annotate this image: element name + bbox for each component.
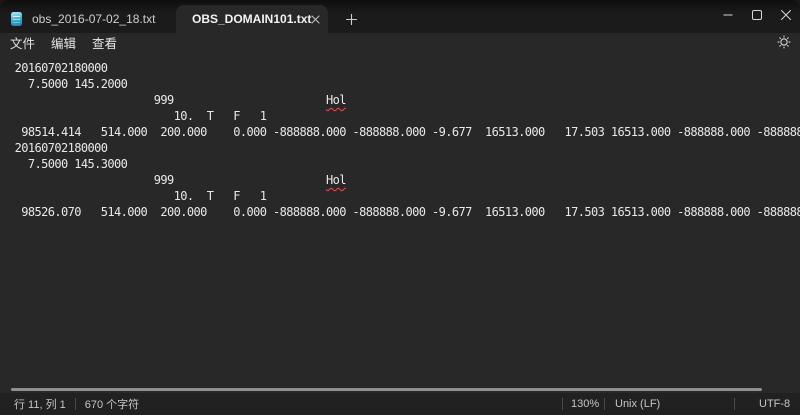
line-prefix: 999 [8,93,326,107]
cursor-position: 行 11, 列 1 [14,396,66,412]
menubar: 文件 编辑 查看 [0,33,800,51]
menu-file[interactable]: 文件 [5,32,40,53]
editor-line: 7.5000 145.3000 [8,156,800,172]
editor-line: 999 Hol [8,92,800,108]
horizontal-scrollbar[interactable] [0,386,800,393]
editor-line: 10. T F 1 [8,108,800,124]
menu-edit[interactable]: 编辑 [46,32,81,53]
editor-line: 10. T F 1 [8,188,800,204]
tab-obs-domain101[interactable]: OBS_DOMAIN101.txt [176,5,328,33]
minimize-button[interactable] [713,0,742,30]
editor-line: 98526.070 514.000 200.000 0.000 -888888.… [8,204,800,220]
line-ending[interactable]: Unix (LF) [605,398,734,410]
editor-line: 999 Hol [8,172,800,188]
notepad-window: obs_2016-07-02_18.txt OBS_DOMAIN101.txt [0,0,800,415]
tab-label: OBS_DOMAIN101.txt [192,12,311,26]
close-icon [781,10,791,20]
menu-view[interactable]: 查看 [87,32,122,53]
minimize-icon [723,10,733,20]
character-count: 670 个字符 [85,396,139,412]
close-tab-icon[interactable] [311,10,320,28]
line-prefix: 999 [8,173,326,187]
new-tab-button[interactable] [340,8,362,30]
editor-line: 20160702180000 [8,60,800,76]
tab-label: obs_2016-07-02_18.txt [32,12,155,26]
statusbar: 行 11, 列 1 670 个字符 130% Unix (LF) UTF-8 [0,393,800,415]
maximize-button[interactable] [742,0,771,30]
text-editor[interactable]: 20160702180000 7.5000 145.2000 999 Hol 1… [0,51,800,393]
window-caption-buttons [713,0,800,30]
maximize-icon [752,10,762,20]
scrollbar-thumb[interactable] [11,388,762,391]
settings-button[interactable] [775,34,793,50]
zoom-level[interactable]: 130% [563,398,604,410]
plus-icon [346,14,357,25]
gear-icon [777,35,791,49]
encoding[interactable]: UTF-8 [735,398,800,410]
misspelled-word: Hol [326,93,346,107]
editor-line: 98514.414 514.000 200.000 0.000 -888888.… [8,124,800,140]
misspelled-word: Hol [326,173,346,187]
statusbar-separator [75,398,76,410]
titlebar: obs_2016-07-02_18.txt OBS_DOMAIN101.txt [0,0,800,33]
editor-line: 20160702180000 [8,140,800,156]
close-window-button[interactable] [771,0,800,30]
notepad-app-icon [11,12,22,26]
tab-obs-2016-07-02-18[interactable]: obs_2016-07-02_18.txt [6,5,167,33]
editor-line: 7.5000 145.2000 [8,76,800,92]
